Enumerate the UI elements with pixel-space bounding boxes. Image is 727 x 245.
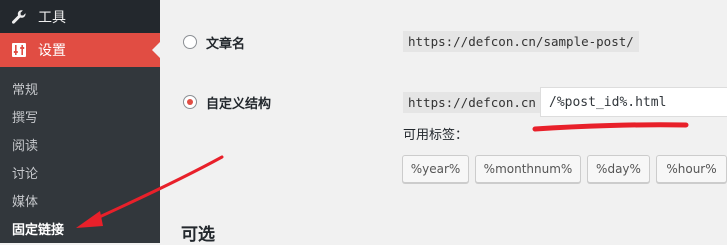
- submenu-item-discussion[interactable]: 讨论: [12, 163, 38, 182]
- submenu-item-general[interactable]: 常规: [12, 79, 38, 98]
- current-menu-pointer: [152, 42, 160, 58]
- settings-submenu: 常规 撰写 阅读 讨论 媒体 固定链接: [0, 67, 160, 243]
- submenu-item-media[interactable]: 媒体: [12, 191, 38, 210]
- submenu-item-reading[interactable]: 阅读: [12, 135, 38, 154]
- post-name-example: https://defcon.cn/sample-post/: [403, 31, 639, 52]
- tag-button-day[interactable]: %day%: [587, 155, 650, 183]
- submenu-item-permalinks[interactable]: 固定链接: [12, 219, 64, 238]
- optional-section-title: 可选: [181, 225, 215, 245]
- menu-item-settings-label: 设置: [38, 43, 66, 59]
- custom-structure-input[interactable]: /%post_id%.html: [540, 87, 727, 117]
- tag-button-year[interactable]: %year%: [402, 155, 469, 183]
- menu-item-settings[interactable]: 设置: [0, 33, 160, 67]
- available-tags-label: 可用标签：: [403, 128, 469, 143]
- radio-post-name[interactable]: [183, 35, 197, 49]
- menu-item-tools-label: 工具: [38, 10, 66, 26]
- custom-structure-prefix: https://defcon.cn: [403, 92, 541, 113]
- tag-button-monthnum[interactable]: %monthnum%: [475, 155, 581, 183]
- option-post-name-label: 文章名: [206, 37, 246, 52]
- main-content: 文章名 https://defcon.cn/sample-post/ 自定义结构…: [160, 0, 727, 245]
- sliders-icon: [10, 41, 28, 59]
- menu-item-tools[interactable]: 工具: [0, 0, 160, 34]
- tag-button-hour[interactable]: %hour%: [656, 155, 727, 183]
- radio-custom-structure[interactable]: [183, 95, 197, 109]
- wrench-icon: [10, 8, 28, 26]
- submenu-item-writing[interactable]: 撰写: [12, 107, 38, 126]
- option-custom-structure-label: 自定义结构: [206, 97, 272, 112]
- admin-sidebar: 工具 设置 常规 撰写 阅读 讨论 媒体 固定链接: [0, 0, 160, 243]
